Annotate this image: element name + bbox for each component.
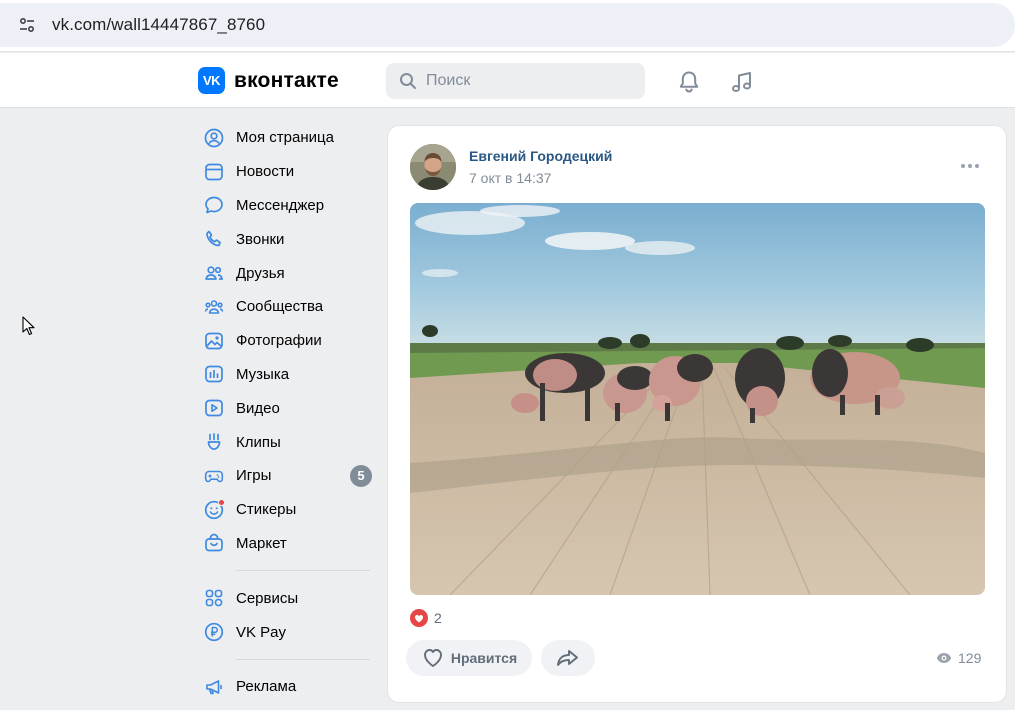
friends-icon <box>204 263 224 283</box>
vkpay-icon <box>204 622 224 642</box>
sidebar-item-label: Музыка <box>236 365 290 383</box>
clips-icon <box>204 432 224 452</box>
sidebar-item-market[interactable]: Маркет <box>198 527 378 561</box>
mouse-cursor-icon <box>22 316 35 336</box>
sidebar-item-label: Игры <box>236 467 272 485</box>
sidebar-item-label: Друзья <box>236 264 285 282</box>
sidebar-item-label: Звонки <box>236 230 285 248</box>
search-icon <box>400 73 416 89</box>
views-count: 129 <box>958 650 982 666</box>
sidebar-item-label: Реклама <box>236 678 297 696</box>
stickers-icon <box>204 498 225 520</box>
wall-post: Евгений Городецкий 7 окт в 14:37 2 Нрави… <box>387 125 1007 703</box>
sidebar-item-label: Сообщества <box>236 298 324 316</box>
sidebar-item-friends[interactable]: Друзья <box>198 256 378 290</box>
sidebar-item-services[interactable]: Сервисы <box>198 581 378 615</box>
views-counter: 129 <box>936 650 981 666</box>
sidebar-item-photos[interactable]: Фотографии <box>198 324 378 358</box>
profile-icon <box>204 128 224 148</box>
news-icon <box>204 162 224 182</box>
left-sidebar: Моя страница Новости Мессенджер Звонки Д… <box>198 121 378 704</box>
sidebar-item-label: Новости <box>236 163 295 181</box>
sidebar-item-clips[interactable]: Клипы <box>198 425 378 459</box>
search-input[interactable] <box>426 72 626 90</box>
market-icon <box>204 533 224 553</box>
games-count-badge: 5 <box>350 464 372 487</box>
post-author-name[interactable]: Евгений Городецкий <box>469 148 612 164</box>
communities-icon <box>204 297 224 317</box>
eye-icon <box>937 653 951 663</box>
sidebar-item-communities[interactable]: Сообщества <box>198 290 378 324</box>
heart-icon <box>410 609 428 627</box>
browser-toolbar: vk.com/wall14447867_8760 <box>0 0 1015 52</box>
games-icon <box>204 466 224 486</box>
site-settings-icon[interactable] <box>16 14 38 36</box>
like-button-label: Нравится <box>450 650 518 666</box>
url-text[interactable]: vk.com/wall14447867_8760 <box>52 15 265 35</box>
music-icon <box>204 364 224 384</box>
music-note-icon[interactable] <box>729 69 755 95</box>
sidebar-item-messenger[interactable]: Мессенджер <box>198 189 378 223</box>
services-icon <box>204 588 224 608</box>
sidebar-item-music[interactable]: Музыка <box>198 358 378 392</box>
sidebar-item-my-page[interactable]: Моя страница <box>198 121 378 155</box>
sidebar-item-label: Клипы <box>236 433 281 451</box>
reactions-summary[interactable]: 2 <box>410 609 442 627</box>
share-icon <box>557 650 578 666</box>
vk-logo-text: вконтакте <box>234 68 339 92</box>
sidebar-item-label: Мессенджер <box>236 196 325 214</box>
phone-icon <box>204 229 224 249</box>
heart-outline-icon <box>423 649 442 667</box>
post-photo[interactable] <box>410 203 985 595</box>
sidebar-item-video[interactable]: Видео <box>198 391 378 425</box>
post-date[interactable]: 7 окт в 14:37 <box>469 170 551 186</box>
like-button[interactable]: Нравится <box>406 640 532 676</box>
vk-logo[interactable]: VK вконтакте <box>198 67 339 94</box>
search-box[interactable] <box>386 63 645 99</box>
notification-dot <box>218 498 225 506</box>
sidebar-item-ads[interactable]: Реклама <box>198 670 378 704</box>
sidebar-item-label: Видео <box>236 399 280 417</box>
sidebar-item-calls[interactable]: Звонки <box>198 222 378 256</box>
likes-count: 2 <box>434 610 442 626</box>
sidebar-item-label: Моя страница <box>236 129 334 147</box>
sidebar-item-label: Стикеры <box>236 501 297 519</box>
sidebar-item-vk-pay[interactable]: VK Pay <box>198 615 378 649</box>
vk-logo-mark: VK <box>198 67 225 94</box>
sidebar-item-stickers[interactable]: Стикеры <box>198 493 378 527</box>
share-button[interactable] <box>541 640 595 676</box>
ads-icon <box>204 677 224 697</box>
site-header: VK вконтакте <box>0 53 1015 108</box>
address-bar[interactable]: vk.com/wall14447867_8760 <box>0 3 1015 47</box>
bell-icon[interactable] <box>676 69 702 95</box>
photos-icon <box>204 331 224 351</box>
sidebar-item-games[interactable]: Игры 5 <box>198 459 378 493</box>
messenger-icon <box>204 195 224 215</box>
author-avatar[interactable] <box>410 144 456 190</box>
sidebar-divider <box>236 570 370 572</box>
sidebar-item-label: VK Pay <box>236 623 287 641</box>
sidebar-item-news[interactable]: Новости <box>198 155 378 189</box>
sidebar-item-label: Маркет <box>236 534 287 552</box>
video-icon <box>204 398 224 418</box>
more-options-icon[interactable] <box>958 156 982 176</box>
sidebar-divider <box>236 658 370 660</box>
sidebar-item-label: Фотографии <box>236 332 322 350</box>
sidebar-item-label: Сервисы <box>236 589 299 607</box>
